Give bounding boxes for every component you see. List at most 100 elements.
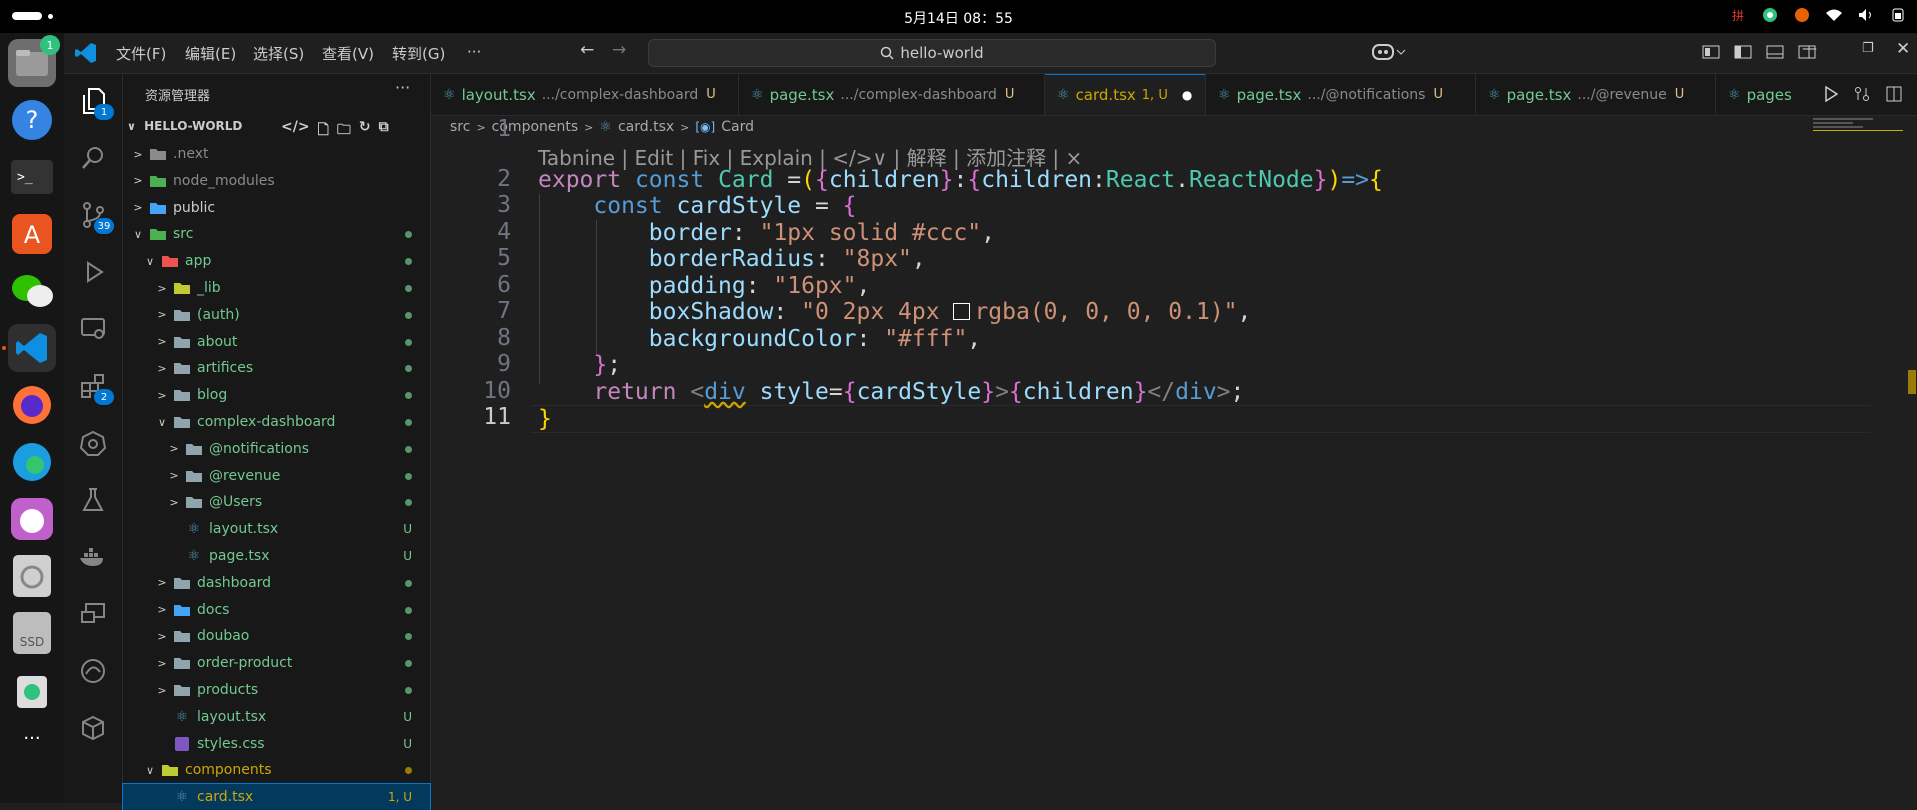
code-line-7[interactable]: boxShadow: "0 2px 4px rgba(0, 0, 0, 0.1)… [538, 299, 1252, 325]
code-line-11[interactable]: } [538, 406, 552, 432]
tree-folder[interactable]: ∨ components [123, 757, 430, 783]
sync-app-icon[interactable] [1761, 6, 1779, 24]
code-line-9[interactable]: }; [538, 352, 621, 378]
toggle-panel-icon[interactable] [1766, 44, 1784, 60]
app-center-icon[interactable]: A [8, 210, 56, 258]
tree-file[interactable]: ⚛ layout.tsx U [123, 516, 430, 542]
split-editor-icon[interactable] [1886, 86, 1902, 102]
tree-file[interactable]: ⚛ page.tsx U [123, 543, 430, 569]
code-line-4[interactable]: border: "1px solid #ccc", [538, 220, 995, 246]
explorer-icon[interactable]: 1 [76, 84, 114, 120]
ssd-drive-icon[interactable]: SSD [8, 609, 56, 657]
tab-card-tsx-active[interactable]: ⚛ card.tsx 1, U ● [1045, 74, 1206, 115]
code-line-10[interactable]: return <div style={cardStyle}>{children}… [538, 379, 1244, 405]
compare-changes-icon[interactable] [1854, 86, 1870, 102]
vscode-app-icon[interactable] [8, 324, 56, 372]
tree-folder[interactable]: > .next [123, 141, 430, 167]
tab-page-tsx-revenue[interactable]: ⚛ page.tsx .../@revenue U [1476, 74, 1716, 115]
extensions-icon[interactable]: 2 [76, 369, 114, 405]
files-app-icon[interactable]: 1 [8, 35, 60, 87]
code-line-6[interactable]: padding: "16px", [538, 273, 871, 299]
tab-page-tsx-notifications[interactable]: ⚛ page.tsx .../@notifications U [1206, 74, 1476, 115]
tree-folder[interactable]: > docs [123, 597, 430, 623]
docker-icon[interactable] [76, 540, 110, 574]
copilot-icon[interactable] [1372, 42, 1406, 66]
container-icon[interactable] [76, 711, 110, 745]
tree-folder[interactable]: ∨ src [123, 221, 430, 247]
menu-more[interactable]: ··· [467, 43, 481, 61]
back-arrow-icon[interactable]: ← [580, 40, 594, 60]
minimap[interactable] [1813, 118, 1903, 138]
cat-app-dock-icon[interactable] [8, 495, 56, 543]
remote-window-icon[interactable] [76, 597, 110, 631]
trash-icon[interactable] [8, 666, 56, 714]
disk-app-icon[interactable] [8, 552, 56, 600]
tree-folder[interactable]: > (auth) [123, 302, 430, 328]
tree-file[interactable]: styles.css U [123, 731, 430, 757]
edge-devtools-icon[interactable] [76, 654, 110, 688]
unsaved-dot-icon[interactable]: ● [1182, 88, 1192, 102]
tree-folder[interactable]: > dashboard [123, 570, 430, 596]
tree-folder[interactable]: > public [123, 195, 430, 221]
tree-folder[interactable]: > node_modules [123, 168, 430, 194]
run-debug-icon[interactable] [76, 255, 110, 289]
tree-folder[interactable]: > artifices [123, 355, 430, 381]
tree-folder[interactable]: > @Users [123, 489, 430, 515]
color-swatch[interactable] [953, 303, 971, 320]
more-actions-icon[interactable]: ··· [395, 78, 410, 97]
tree-file-selected[interactable]: ⚛ card.tsx 1, U [122, 783, 431, 810]
tree-folder[interactable]: > @revenue [123, 463, 430, 489]
new-file-icon[interactable]: 🗋 [318, 119, 329, 143]
edge-app-icon[interactable] [8, 438, 56, 486]
tree-folder[interactable]: > about [123, 329, 430, 355]
tab-layout-tsx[interactable]: ⚛ layout.tsx .../complex-dashboard U [431, 74, 739, 115]
source-control-icon[interactable]: 39 [76, 198, 114, 234]
wifi-icon[interactable] [1825, 6, 1843, 24]
ime-indicator[interactable]: 拼 [1729, 6, 1747, 24]
battery-icon[interactable] [1889, 6, 1907, 24]
cat-app-icon[interactable] [1793, 6, 1811, 24]
breadcrumb-file[interactable]: card.tsx [618, 119, 674, 135]
new-folder-icon[interactable]: 🗀 [337, 119, 351, 143]
restore-icon[interactable]: ❐ [1862, 41, 1874, 56]
customize-layout-icon[interactable] [1702, 44, 1720, 60]
toggle-sidebar-icon[interactable] [1734, 44, 1752, 60]
show-apps-icon[interactable]: ··· [8, 723, 56, 753]
collapse-all-icon[interactable]: ⧉ [379, 119, 389, 143]
codemap-icon[interactable]: </> [281, 119, 310, 143]
help-app-icon[interactable]: ? [8, 96, 56, 144]
tree-folder[interactable]: ∨ complex-dashboard [123, 409, 430, 435]
project-header[interactable]: ∨ HELLO-WORLD </> 🗋 🗀 ↻ ⧉ [127, 119, 427, 141]
testing-icon[interactable] [76, 483, 110, 517]
terminal-app-icon[interactable]: >_ [8, 153, 56, 201]
tab-pages[interactable]: ⚛ pages [1716, 74, 1816, 115]
run-icon[interactable] [1824, 86, 1838, 102]
code-line-8[interactable]: backgroundColor: "#fff", [538, 326, 981, 352]
code-line-2[interactable]: export const Card =({children}:{children… [538, 167, 1383, 193]
refresh-icon[interactable]: ↻ [359, 119, 371, 143]
tree-folder[interactable]: > doubao [123, 623, 430, 649]
forward-arrow-icon[interactable]: → [612, 40, 626, 60]
code-line-3[interactable]: const cardStyle = { [538, 193, 856, 219]
wechat-app-icon[interactable] [8, 267, 56, 315]
tree-folder[interactable]: > products [123, 677, 430, 703]
tree-folder[interactable]: > @notifications [123, 436, 430, 462]
menu-file[interactable]: 文件(F) [116, 43, 166, 64]
system-clock[interactable]: 5月14日 08：55 [0, 8, 1917, 28]
tree-folder[interactable]: ∨ app [123, 248, 430, 274]
menu-view[interactable]: 查看(V) [322, 43, 374, 64]
tree-file[interactable]: ⚛ layout.tsx U [123, 704, 430, 730]
tree-folder[interactable]: > _lib [123, 275, 430, 301]
tab-page-tsx-dashboard[interactable]: ⚛ page.tsx .../complex-dashboard U [739, 74, 1045, 115]
tree-folder[interactable]: > order-product [123, 650, 430, 676]
minimize-icon[interactable]: — [1802, 39, 1817, 57]
tree-folder[interactable]: > blog [123, 382, 430, 408]
breadcrumb-symbol[interactable]: Card [721, 119, 754, 135]
menu-go[interactable]: 转到(G) [392, 43, 445, 64]
close-window-icon[interactable]: ✕ [1896, 39, 1910, 59]
menu-edit[interactable]: 编辑(E) [185, 43, 236, 64]
code-line-5[interactable]: borderRadius: "8px", [538, 246, 926, 272]
remote-explorer-icon[interactable] [76, 312, 110, 346]
firefox-app-icon[interactable] [8, 381, 56, 429]
volume-icon[interactable] [1857, 6, 1875, 24]
